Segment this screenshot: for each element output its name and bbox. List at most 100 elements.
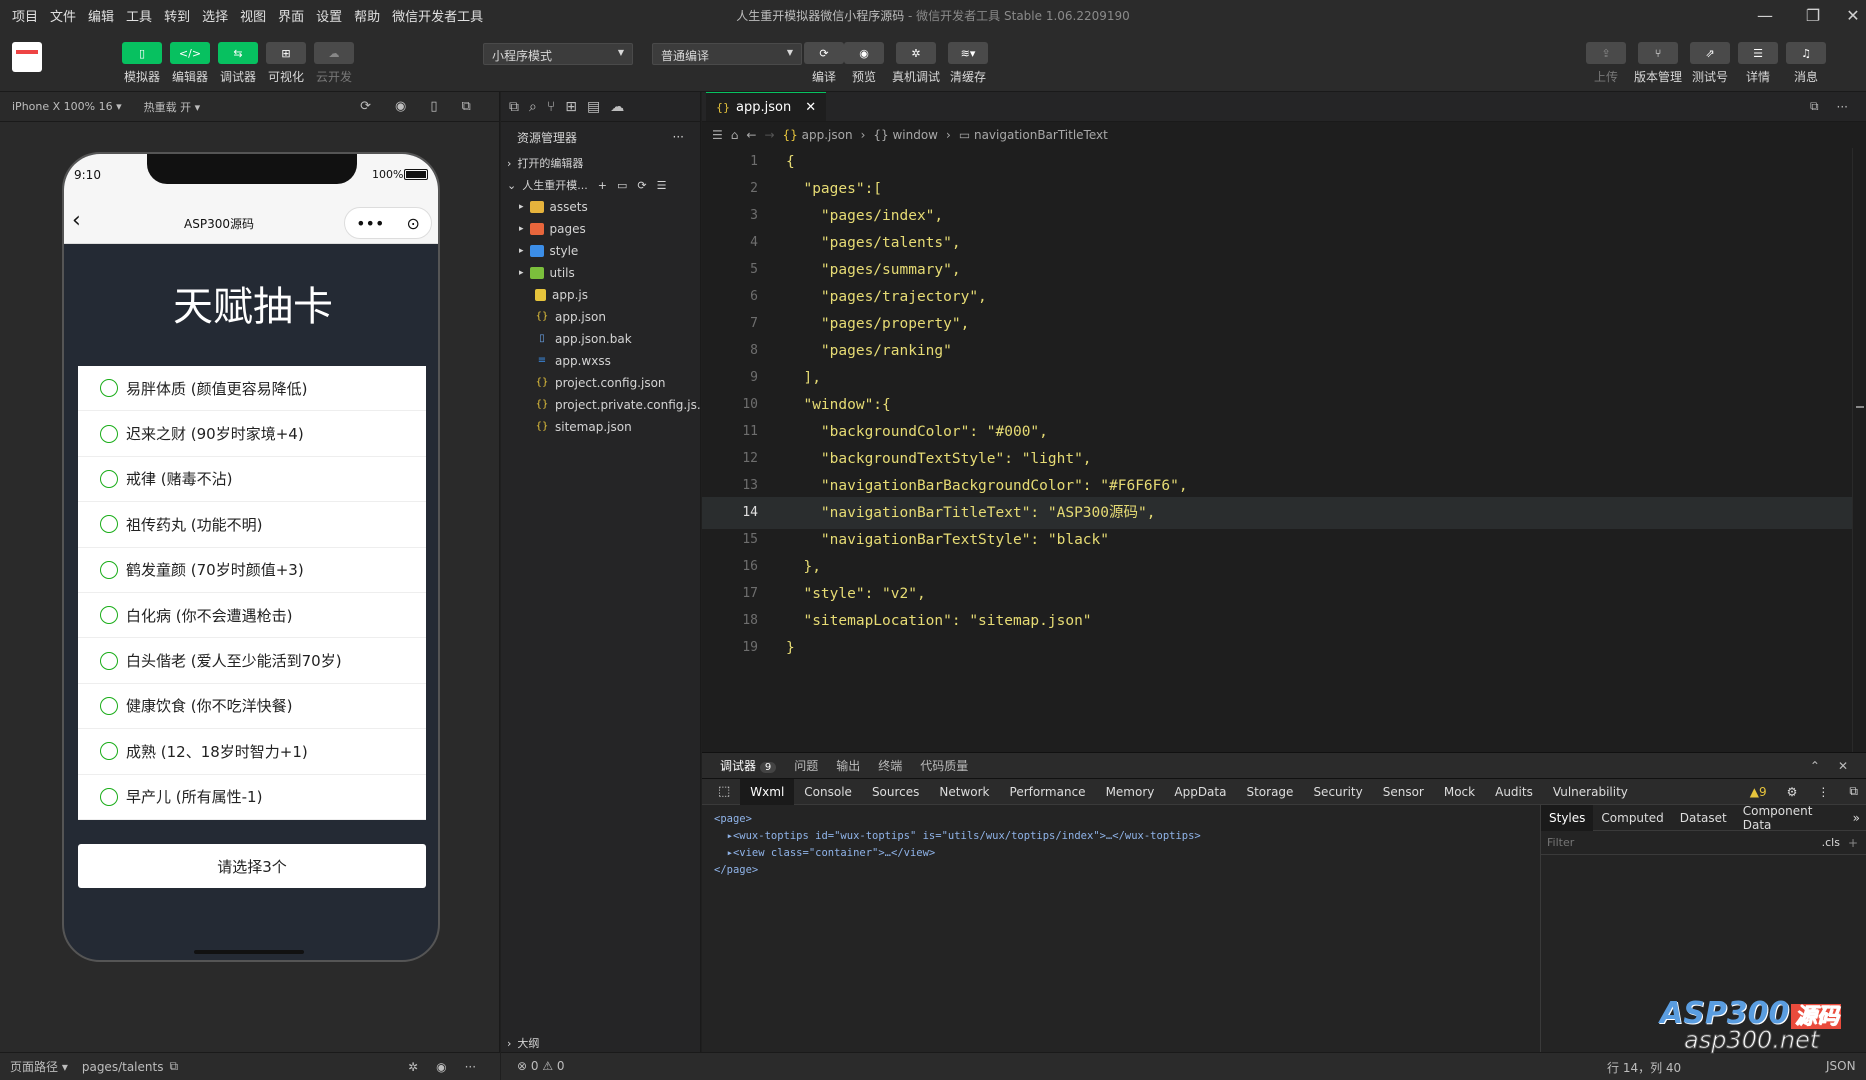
close-icon[interactable]: ✕ bbox=[1838, 759, 1848, 773]
list-item[interactable]: 戒律 (赌毒不沾) bbox=[78, 457, 426, 503]
menu-settings[interactable]: 设置 bbox=[310, 6, 348, 25]
more-icon[interactable]: ··· bbox=[465, 1060, 476, 1074]
details-button[interactable]: ☰ 详情 bbox=[1736, 42, 1780, 85]
refresh-icon[interactable]: ⟳ bbox=[637, 179, 646, 192]
git-icon[interactable]: ⑂ bbox=[547, 99, 555, 115]
tab-vulnerability[interactable]: Vulnerability bbox=[1543, 785, 1638, 799]
add-folder-icon[interactable]: ▭ bbox=[617, 179, 627, 192]
extensions-icon[interactable]: ⊞ bbox=[565, 99, 577, 115]
menu-goto[interactable]: 转到 bbox=[158, 6, 196, 25]
dom-node[interactable]: </page> bbox=[714, 862, 1534, 879]
tab-security[interactable]: Security bbox=[1303, 785, 1372, 799]
cls-toggle[interactable]: .cls bbox=[1822, 836, 1840, 849]
files-icon[interactable]: ⧉ bbox=[509, 99, 519, 115]
compile-button[interactable]: ⟳ 编译 bbox=[802, 42, 846, 85]
minimize-icon[interactable]: — bbox=[1742, 0, 1788, 30]
list-item[interactable]: 迟来之财 (90岁时家境+4) bbox=[78, 411, 426, 457]
tab-sensor[interactable]: Sensor bbox=[1373, 785, 1434, 799]
list-item[interactable]: 祖传药丸 (功能不明) bbox=[78, 502, 426, 548]
scrollbar[interactable] bbox=[1852, 148, 1866, 752]
dom-node[interactable]: <page> bbox=[714, 811, 1534, 828]
upload-button[interactable]: ⇪ 上传 bbox=[1584, 42, 1628, 85]
tree-folder-utils[interactable]: ▸ utils bbox=[501, 262, 700, 284]
inspect-icon[interactable]: ⬚ bbox=[708, 784, 740, 799]
phone-icon[interactable]: ▯ bbox=[430, 99, 437, 114]
menu-interface[interactable]: 界面 bbox=[272, 6, 310, 25]
close-icon[interactable]: ✕ bbox=[805, 100, 816, 115]
tree-folder-pages[interactable]: ▸ pages bbox=[501, 218, 700, 240]
chevron-right-icon[interactable]: » bbox=[1847, 811, 1866, 825]
preview-button[interactable]: ◉ 预览 bbox=[842, 42, 886, 85]
storage-icon[interactable]: ▤ bbox=[587, 99, 600, 115]
tab-computed[interactable]: Computed bbox=[1593, 811, 1671, 825]
menu-project[interactable]: 项目 bbox=[6, 6, 44, 25]
debugger-button[interactable]: ⇆ 调试器 bbox=[216, 42, 260, 85]
breadcrumb-window[interactable]: {} window bbox=[873, 128, 938, 142]
search-icon[interactable]: ⌕ bbox=[529, 99, 537, 115]
tree-file-app-js[interactable]: app.js bbox=[501, 284, 700, 306]
breadcrumb-file[interactable]: {} app.json bbox=[783, 128, 853, 142]
list-item[interactable]: 健康饮食 (你不吃洋快餐) bbox=[78, 684, 426, 730]
cloud-button[interactable]: ☁ 云开发 bbox=[312, 42, 356, 85]
tree-file-app-json[interactable]: {} app.json bbox=[501, 306, 700, 328]
list-item[interactable]: 鹤发童颜 (70岁时颜值+3) bbox=[78, 548, 426, 593]
tab-output[interactable]: 输出 bbox=[836, 757, 860, 774]
menu-select[interactable]: 选择 bbox=[196, 6, 234, 25]
tree-file-app-json-bak[interactable]: ▯ app.json.bak bbox=[501, 328, 700, 350]
menu-edit[interactable]: 编辑 bbox=[82, 6, 120, 25]
split-icon[interactable]: ⧉ bbox=[1810, 99, 1819, 114]
simulator-button[interactable]: ▯ 模拟器 bbox=[120, 42, 164, 85]
tab-network[interactable]: Network bbox=[929, 785, 999, 799]
test-account-button[interactable]: ⇗ 测试号 bbox=[1688, 42, 1732, 85]
dom-node[interactable]: ▸<wux-toptips id="wux-toptips" is="utils… bbox=[714, 828, 1534, 845]
remote-debug-button[interactable]: ✲ 真机调试 bbox=[892, 42, 940, 85]
code-area[interactable]: 1{2 "pages":[3 "pages/index", 4 "pages/ta… bbox=[702, 148, 1866, 752]
tree-file-app-wxss[interactable]: ≡ app.wxss bbox=[501, 350, 700, 372]
version-button[interactable]: ⑂ 版本管理 bbox=[1634, 42, 1682, 85]
tab-console[interactable]: Console bbox=[794, 785, 862, 799]
menu-devtools[interactable]: 微信开发者工具 bbox=[386, 6, 489, 25]
popout-icon[interactable]: ⧉ bbox=[462, 99, 471, 114]
tree-folder-assets[interactable]: ▸ assets bbox=[501, 196, 700, 218]
menu-file[interactable]: 文件 bbox=[44, 6, 82, 25]
bookmark-icon[interactable]: ⌂ bbox=[731, 128, 739, 142]
visual-button[interactable]: ⊞ 可视化 bbox=[264, 42, 308, 85]
list-icon[interactable]: ☰ bbox=[712, 128, 723, 142]
clear-cache-button[interactable]: ≋▾ 清缓存 bbox=[946, 42, 990, 85]
hotreload-toggle[interactable]: 热重载 开 ▾ bbox=[144, 99, 201, 115]
warning-count[interactable]: ▲9 bbox=[1740, 785, 1777, 799]
arrow-right-icon[interactable]: → bbox=[764, 128, 774, 142]
more-icon[interactable]: ··· bbox=[1837, 100, 1848, 114]
tree-file-sitemap[interactable]: {} sitemap.json bbox=[501, 416, 700, 438]
cursor-position[interactable]: 行 14，列 40 bbox=[1607, 1059, 1681, 1076]
tab-styles[interactable]: Styles bbox=[1541, 804, 1594, 831]
tab-memory[interactable]: Memory bbox=[1096, 785, 1165, 799]
menu-view[interactable]: 视图 bbox=[234, 6, 272, 25]
chevron-up-icon[interactable]: ⌃ bbox=[1810, 759, 1820, 773]
list-item[interactable]: 白头偕老 (爱人至少能活到70岁) bbox=[78, 638, 426, 684]
tab-audits[interactable]: Audits bbox=[1485, 785, 1543, 799]
tab-dataset[interactable]: Dataset bbox=[1672, 811, 1735, 825]
tab-appdata[interactable]: AppData bbox=[1164, 785, 1236, 799]
tab-terminal[interactable]: 终端 bbox=[878, 757, 902, 774]
project-section[interactable]: ⌄ 人生重开模... + ▭ ⟳ ☰ bbox=[501, 174, 700, 196]
add-icon[interactable]: + bbox=[1848, 836, 1858, 850]
menu-tools[interactable]: 工具 bbox=[120, 6, 158, 25]
list-item[interactable]: 白化病 (你不会遭遇枪击) bbox=[78, 593, 426, 639]
arrow-left-icon[interactable]: ← bbox=[746, 128, 756, 142]
settings-icon[interactable]: ✲ bbox=[408, 1060, 418, 1074]
device-select[interactable]: iPhone X 100% 16 ▾ bbox=[12, 100, 122, 113]
menu-help[interactable]: 帮助 bbox=[348, 6, 386, 25]
tab-mock[interactable]: Mock bbox=[1434, 785, 1485, 799]
copy-icon[interactable]: ⧉ bbox=[169, 1059, 178, 1074]
refresh-icon[interactable]: ⟳ bbox=[360, 99, 371, 114]
close-window-icon[interactable]: ✕ bbox=[1830, 0, 1866, 30]
tree-file-project-config[interactable]: {} project.config.json bbox=[501, 372, 700, 394]
tab-app-json[interactable]: {} app.json ✕ bbox=[706, 92, 827, 121]
gear-icon[interactable]: ⚙ bbox=[1777, 785, 1808, 799]
breadcrumb-key[interactable]: ▭ navigationBarTitleText bbox=[959, 128, 1108, 142]
dock-icon[interactable]: ⧉ bbox=[1839, 784, 1866, 799]
filter-input[interactable] bbox=[1547, 836, 1787, 849]
avatar[interactable] bbox=[12, 42, 42, 72]
list-item[interactable]: 易胖体质 (颜值更容易降低) bbox=[78, 366, 426, 412]
